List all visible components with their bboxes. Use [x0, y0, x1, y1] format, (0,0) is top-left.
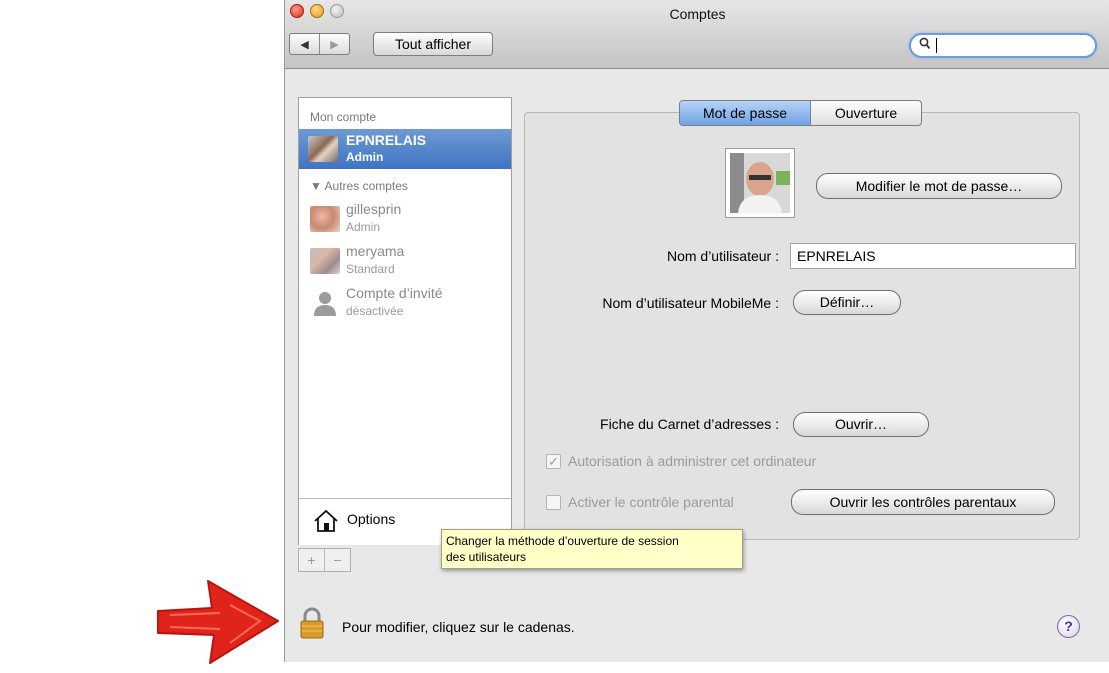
options-label: Options	[347, 511, 396, 527]
annotation-arrow	[157, 580, 279, 664]
user-picture[interactable]	[725, 148, 795, 218]
mobileme-label: Nom d’utilisateur MobileMe :	[602, 295, 779, 311]
remove-account-button[interactable]: −	[324, 549, 350, 571]
account-role: Admin	[346, 150, 384, 164]
lock-icon[interactable]	[299, 606, 325, 643]
admin-checkbox-label: Autorisation à administrer cet ordinateu…	[568, 453, 817, 469]
my-account-header: Mon compte	[310, 110, 377, 124]
parental-control-checkbox[interactable]	[546, 495, 561, 510]
parental-control-label: Activer le contrôle parental	[568, 494, 734, 510]
username-label: Nom d’utilisateur :	[666, 248, 779, 264]
accounts-window: Comptes ◀ ▶ Tout afficher Mon compte EPN…	[284, 0, 1109, 662]
search-icon	[919, 37, 931, 54]
search-input[interactable]	[909, 33, 1097, 58]
back-forward-control: ◀ ▶	[289, 33, 350, 55]
avatar	[310, 248, 340, 274]
account-name: meryama	[346, 243, 405, 259]
guest-user-icon	[312, 290, 338, 319]
tooltip: Changer la méthode d’ouverture de sessio…	[441, 529, 743, 569]
account-row-selected[interactable]: EPNRELAIS Admin	[299, 129, 511, 169]
accounts-sidebar: Mon compte EPNRELAIS Admin ▼ Autres comp…	[298, 97, 512, 545]
tab-login[interactable]: Ouverture	[811, 101, 921, 125]
title-bar: Comptes ◀ ▶ Tout afficher	[285, 0, 1109, 69]
other-accounts-header[interactable]: ▼ Autres comptes	[310, 179, 408, 193]
text-cursor	[936, 38, 937, 53]
add-remove-control: + −	[298, 548, 351, 572]
tab-password[interactable]: Mot de passe	[680, 101, 811, 125]
help-button[interactable]: ?	[1057, 615, 1080, 638]
tooltip-line-2: des utilisateurs	[446, 550, 527, 564]
show-all-button[interactable]: Tout afficher	[373, 32, 493, 56]
account-name: EPNRELAIS	[346, 132, 427, 148]
change-password-button[interactable]: Modifier le mot de passe…	[816, 173, 1062, 199]
house-icon	[313, 509, 339, 536]
lock-message: Pour modifier, cliquez sur le cadenas.	[342, 619, 575, 635]
account-role: désactivée	[346, 304, 404, 318]
username-field[interactable]: EPNRELAIS	[790, 243, 1076, 269]
add-account-button[interactable]: +	[299, 549, 324, 571]
account-role: Standard	[346, 262, 395, 276]
tab-bar: Mot de passe Ouverture	[679, 100, 922, 126]
window-title: Comptes	[669, 6, 726, 22]
account-name: gillesprin	[346, 201, 402, 217]
open-address-card-button[interactable]: Ouvrir…	[793, 412, 929, 437]
forward-button[interactable]: ▶	[319, 34, 349, 54]
account-role: Admin	[346, 220, 381, 234]
account-row[interactable]: gillesprin Admin	[299, 198, 511, 238]
address-card-label: Fiche du Carnet d’adresses :	[600, 416, 779, 432]
admin-checkbox[interactable]: ✓	[546, 454, 561, 469]
avatar	[308, 136, 338, 162]
open-parental-controls-button[interactable]: Ouvrir les contrôles parentaux	[791, 489, 1055, 515]
back-button[interactable]: ◀	[290, 34, 319, 54]
avatar	[310, 206, 340, 232]
user-photo	[730, 153, 790, 213]
tooltip-line-1: Changer la méthode d’ouverture de sessio…	[446, 534, 679, 548]
define-mobileme-button[interactable]: Définir…	[793, 290, 901, 315]
account-row[interactable]: Compte d’invité désactivée	[299, 282, 511, 322]
account-name: Compte d’invité	[346, 285, 443, 301]
account-row[interactable]: meryama Standard	[299, 240, 511, 280]
